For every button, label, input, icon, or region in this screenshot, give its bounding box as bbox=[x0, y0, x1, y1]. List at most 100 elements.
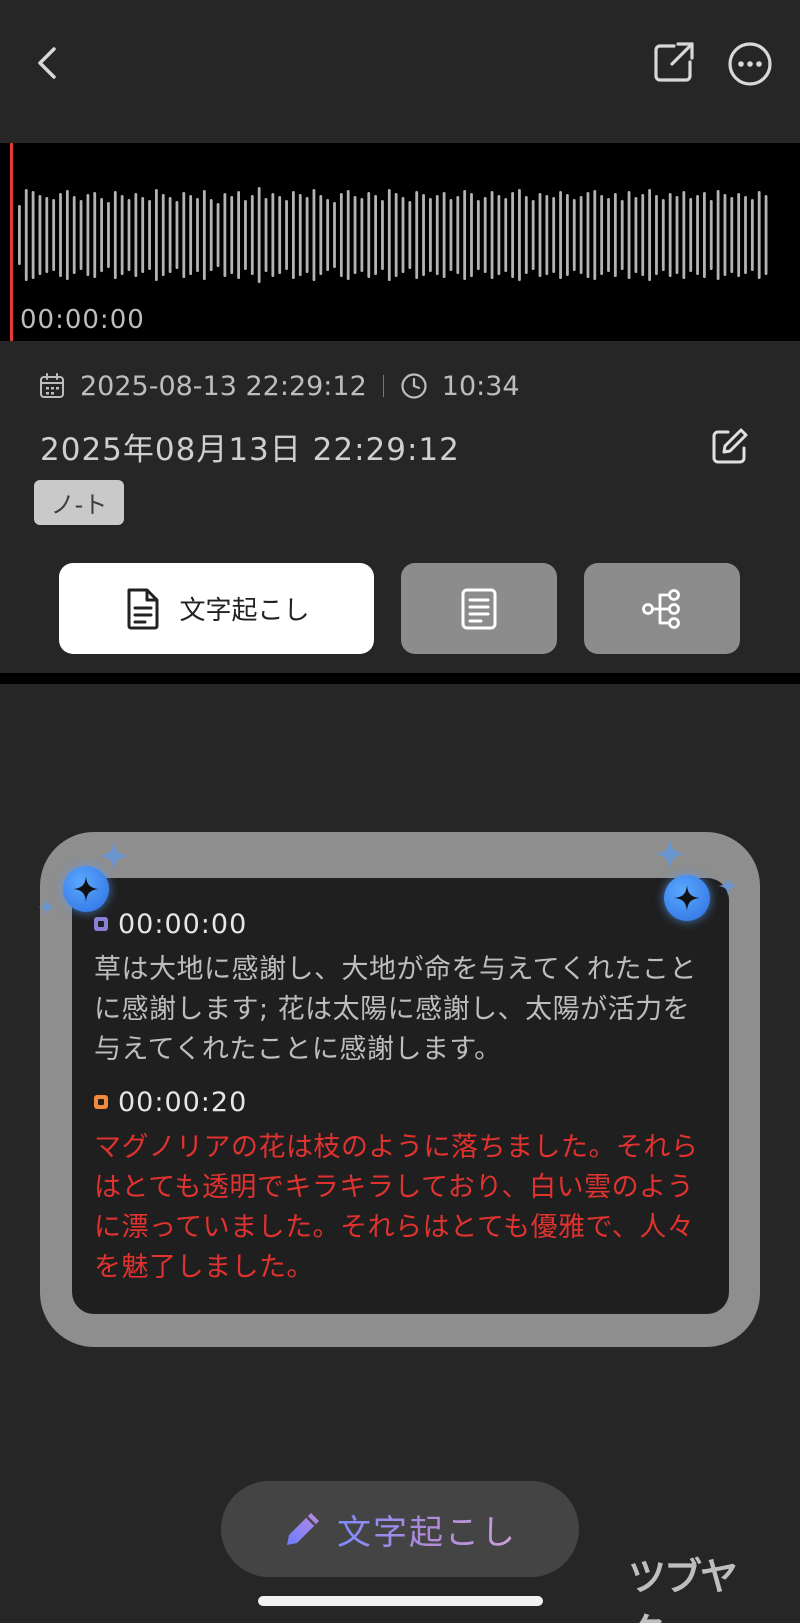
waveform-bar bbox=[593, 190, 597, 280]
waveform-bar bbox=[271, 193, 275, 277]
speaker-marker-icon bbox=[94, 917, 108, 931]
waveform-bar bbox=[237, 191, 240, 279]
waveform-bar bbox=[182, 192, 186, 278]
waveform-bar bbox=[257, 187, 261, 283]
waveform-bar bbox=[435, 195, 439, 275]
waveform-bar bbox=[339, 193, 343, 277]
waveform-bar bbox=[518, 189, 521, 281]
waveform-player[interactable]: 00:00:00 bbox=[0, 143, 800, 341]
waveform-bar bbox=[100, 198, 103, 272]
waveform-bar bbox=[285, 200, 288, 270]
waveform-bar bbox=[449, 199, 453, 271]
waveform-bar bbox=[401, 197, 405, 273]
waveform-bar bbox=[668, 193, 672, 277]
waveform-bar bbox=[52, 199, 56, 271]
waveform-bar bbox=[531, 200, 535, 270]
waveform-bar bbox=[689, 198, 693, 272]
tab-mindmap[interactable] bbox=[584, 563, 740, 654]
top-bar bbox=[0, 0, 800, 140]
waveform-bar bbox=[312, 189, 316, 281]
clock-icon bbox=[401, 373, 427, 399]
waveform-bar bbox=[346, 190, 350, 280]
waveform-bar bbox=[161, 194, 165, 276]
edit-icon bbox=[712, 428, 748, 464]
more-horizontal-icon bbox=[728, 42, 772, 86]
waveform-bar bbox=[278, 196, 282, 274]
playhead[interactable] bbox=[10, 143, 13, 341]
waveform-bar bbox=[620, 200, 624, 270]
current-time: 00:00:00 bbox=[20, 305, 145, 335]
waveform-bar bbox=[319, 195, 323, 275]
waveform-bar bbox=[155, 189, 158, 281]
waveform-bar bbox=[709, 200, 713, 270]
waveform-bar bbox=[326, 199, 330, 271]
document-icon bbox=[127, 588, 159, 629]
more-button[interactable] bbox=[722, 36, 778, 92]
waveform-bar bbox=[175, 201, 179, 269]
waveform-bar bbox=[381, 200, 384, 270]
waveform-bar bbox=[504, 198, 508, 272]
waveform-bar bbox=[703, 192, 706, 278]
waveform-bar bbox=[141, 197, 145, 273]
waveform-bar bbox=[134, 193, 138, 277]
speaker-marker-icon bbox=[94, 1095, 108, 1109]
waveform-bar bbox=[716, 190, 720, 280]
waveform-bar bbox=[422, 194, 425, 276]
calendar-icon bbox=[40, 373, 64, 398]
recording-date: 2025-08-13 22:29:12 bbox=[80, 370, 367, 402]
waveform-bar bbox=[79, 200, 83, 270]
sparkle-icon bbox=[73, 876, 99, 902]
waveform-bar bbox=[127, 199, 131, 271]
waveform-bar bbox=[59, 193, 62, 277]
waveform-bar bbox=[72, 196, 76, 274]
tab-summary[interactable] bbox=[401, 563, 557, 654]
waveform-bar bbox=[408, 201, 412, 269]
transcript-segment[interactable]: 00:00:00 草は大地に感謝し、大地が命を与えてくれたことに感謝します; 花… bbox=[94, 904, 704, 1070]
waveform-bar bbox=[298, 194, 302, 276]
waveform-bar bbox=[429, 198, 432, 272]
waveform-bar bbox=[641, 194, 645, 276]
recording-title: 2025年08月13日 22:29:12 bbox=[40, 432, 460, 468]
waveform-bar bbox=[305, 197, 309, 273]
transcribe-button[interactable]: 文字起こし bbox=[221, 1481, 579, 1577]
waveform-bar bbox=[572, 199, 576, 271]
waveform-bar bbox=[31, 191, 35, 279]
waveform-bar bbox=[244, 200, 247, 270]
share-button[interactable] bbox=[648, 36, 700, 88]
segment-text: マグノリアの花は枝のように落ちました。それらはとても透明でキラキラしており、白い… bbox=[94, 1132, 699, 1283]
waveform-bar bbox=[723, 194, 727, 276]
transcribe-button-label: 文字起こし bbox=[337, 1505, 517, 1554]
waveform-bar bbox=[483, 197, 487, 273]
waveform-bar bbox=[476, 200, 480, 270]
sparkle-icon bbox=[38, 898, 56, 916]
waveform-bar bbox=[196, 198, 199, 272]
waveform-bar bbox=[613, 193, 617, 277]
pencil-icon bbox=[287, 1513, 319, 1545]
waveform-bar bbox=[586, 192, 590, 278]
waveform-bar bbox=[367, 192, 371, 278]
waveform-bar bbox=[607, 198, 610, 272]
waveform-bar bbox=[764, 195, 768, 275]
waveform-bar bbox=[744, 196, 747, 274]
waveform-bar bbox=[113, 191, 117, 279]
waveform-bar bbox=[230, 196, 234, 274]
waveform-bar bbox=[209, 199, 213, 271]
home-indicator[interactable] bbox=[258, 1596, 543, 1606]
tab-transcript[interactable]: 文字起こし bbox=[59, 563, 374, 654]
edit-title-button[interactable] bbox=[706, 422, 754, 470]
waveform-bar bbox=[655, 195, 658, 275]
waveform-bar bbox=[223, 193, 227, 277]
waveform-bar bbox=[566, 194, 569, 276]
waveform-bar bbox=[333, 202, 336, 268]
transcript-segment[interactable]: 00:00:20 マグノリアの花は枝のように落ちました。それらはとても透明でキラ… bbox=[94, 1082, 704, 1288]
segment-text: 草は大地に感謝し、大地が命を与えてくれたことに感謝します; 花は太陽に感謝し、太… bbox=[94, 954, 697, 1065]
recording-detail-screen: 00:00:00 2025-08-13 22:29:12 10:34 2025年… bbox=[0, 0, 800, 1623]
waveform-bar bbox=[107, 202, 110, 268]
external-share-icon bbox=[654, 42, 694, 82]
waveform-bar bbox=[45, 197, 49, 273]
back-button[interactable] bbox=[24, 38, 70, 88]
segment-timestamp: 00:00:00 bbox=[118, 908, 248, 940]
waveform-bar bbox=[600, 195, 604, 275]
waveform-bar bbox=[38, 195, 42, 275]
note-tag[interactable]: ノ-ト bbox=[34, 480, 124, 525]
